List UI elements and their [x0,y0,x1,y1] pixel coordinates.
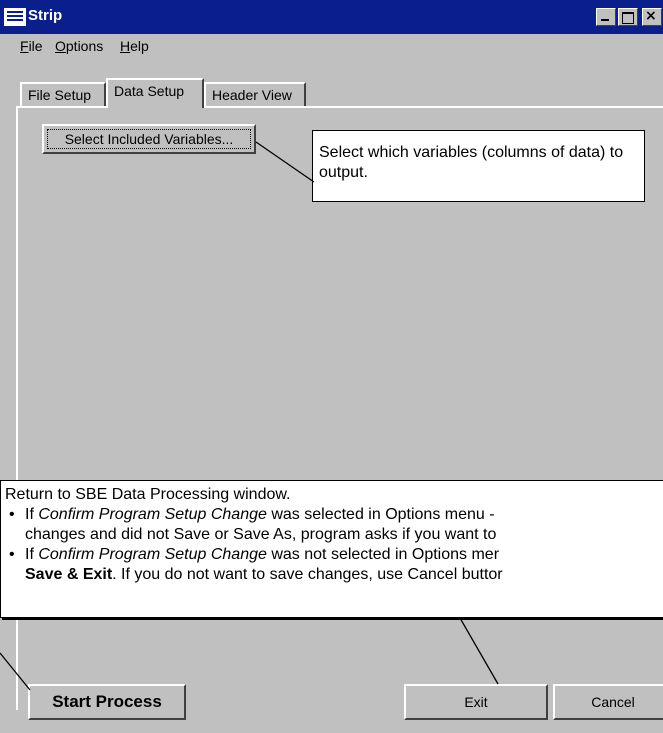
menu-help[interactable]: Help [120,38,149,54]
tab-file-setup[interactable]: File Setup [20,82,106,108]
bullet1-emphasis: Confirm Program Setup Change [38,506,267,523]
cancel-button[interactable]: Cancel [553,684,663,720]
close-icon: × [645,8,657,24]
maximize-icon [622,12,634,24]
sbe-app-icon [4,8,26,26]
tab-data-setup[interactable]: Data Setup [106,78,204,108]
maximize-button[interactable] [618,8,638,26]
bullet-confirm-selected: • If Confirm Program Setup Change was se… [5,505,663,545]
bullet2-rest: was not selected in Options mer [266,546,500,563]
bullet-icon: • [9,506,15,523]
minimize-button[interactable] [596,8,616,26]
return-intro-text: Return to SBE Data Processing window. [5,486,291,503]
menu-file[interactable]: File [20,38,43,54]
select-included-variables-button[interactable]: Select Included Variables... [42,124,256,154]
bullet2-emphasis: Confirm Program Setup Change [38,546,267,563]
exit-button[interactable]: Exit [404,684,548,720]
bullet-icon: • [9,546,15,563]
minimize-icon [601,19,609,21]
menu-options[interactable]: Options [55,38,103,54]
window-title: Strip [28,7,63,24]
strip-window: Strip × File Options Help File Setup Dat… [0,0,663,733]
select-variables-callout: Select which variables (columns of data)… [312,130,645,202]
bullet2-prefix: If [25,546,39,563]
bullet1-line2: changes and did not Save or Save As, pro… [25,526,497,543]
bullet1-rest: was selected in Options menu - [266,506,495,523]
close-button[interactable]: × [642,8,662,26]
bullet1-prefix: If [25,506,39,523]
menu-bar: File Options Help [0,34,663,58]
tab-header-view[interactable]: Header View [204,82,306,108]
start-process-button[interactable]: Start Process [28,684,186,720]
bullet2-line2-rest: . If you do not want to save changes, us… [112,566,503,583]
bullet-confirm-not-selected: • If Confirm Program Setup Change was no… [5,545,663,585]
title-bar[interactable]: Strip × [0,0,663,34]
bullet2-bold: Save & Exit [25,566,113,583]
return-callout: Return to SBE Data Processing window. • … [0,480,663,618]
